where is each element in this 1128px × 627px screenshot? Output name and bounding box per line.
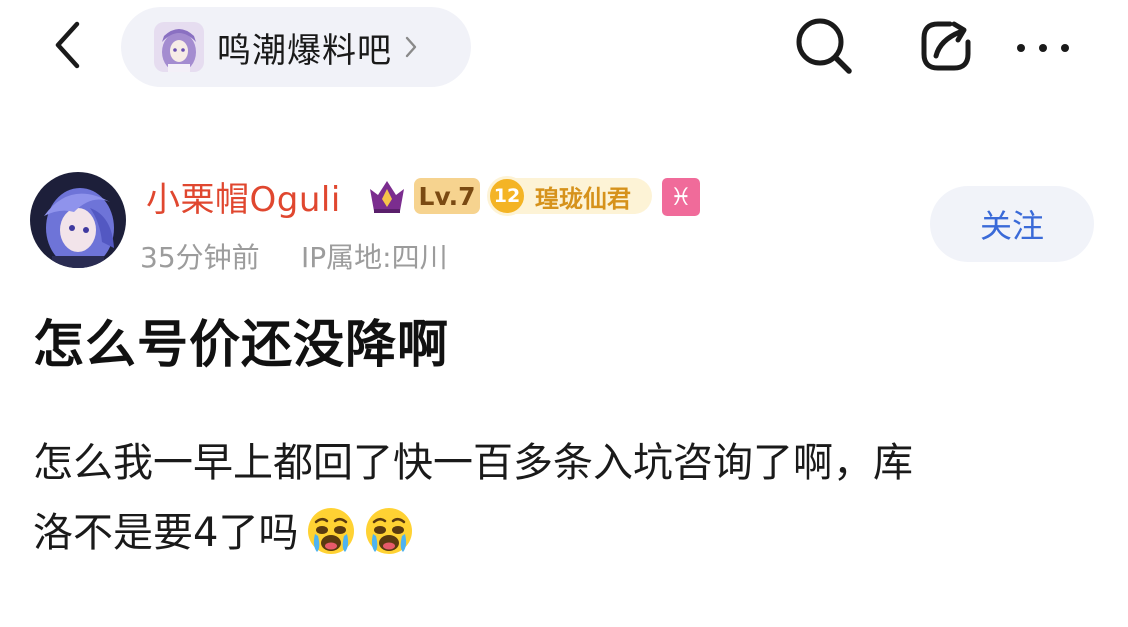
follow-button[interactable]: 关注 xyxy=(930,186,1094,262)
post-body-line: 怎么我一早上都回了快一百多条入坑咨询了啊，库 xyxy=(33,440,913,486)
post-body-text: 洛不是要4了吗 xyxy=(33,510,299,556)
title-badge-text: 瑝珑仙君 xyxy=(535,184,631,213)
ip-location: IP属地:四川 xyxy=(301,241,448,274)
post-title: 怎么号价还没降啊 xyxy=(33,316,450,375)
share-button[interactable] xyxy=(914,18,978,78)
chevron-right-icon xyxy=(404,35,418,59)
forum-avatar xyxy=(154,22,204,72)
more-icon xyxy=(1013,39,1073,58)
crying-face-icon xyxy=(306,506,356,556)
author-name[interactable]: 小栗帽Oguli xyxy=(146,172,341,221)
post-body: 怎么我一早上都回了快一百多条入坑咨询了啊，库 洛不是要4了吗 xyxy=(33,428,1083,568)
title-level-number: 12 xyxy=(487,176,527,216)
author-avatar[interactable] xyxy=(30,172,126,268)
forum-link[interactable]: 鸣潮爆料吧 xyxy=(121,7,471,87)
post-body-line: 洛不是要4了吗 xyxy=(33,498,1083,568)
crown-icon xyxy=(366,175,408,217)
search-icon xyxy=(793,16,855,80)
level-badge: Lv.7 xyxy=(414,178,480,214)
forum-name: 鸣潮爆料吧 xyxy=(217,30,392,71)
post-time: 35分钟前 xyxy=(140,241,260,274)
crying-face-icon xyxy=(364,506,414,556)
zodiac-badge: ♓ xyxy=(662,178,700,216)
search-button[interactable] xyxy=(792,18,856,78)
back-button[interactable] xyxy=(42,18,94,76)
pisces-icon: ♓ xyxy=(670,183,692,211)
more-button[interactable] xyxy=(1009,18,1077,78)
title-badge: 12 瑝珑仙君 xyxy=(487,176,652,216)
share-icon xyxy=(916,16,976,80)
back-icon xyxy=(53,20,83,74)
